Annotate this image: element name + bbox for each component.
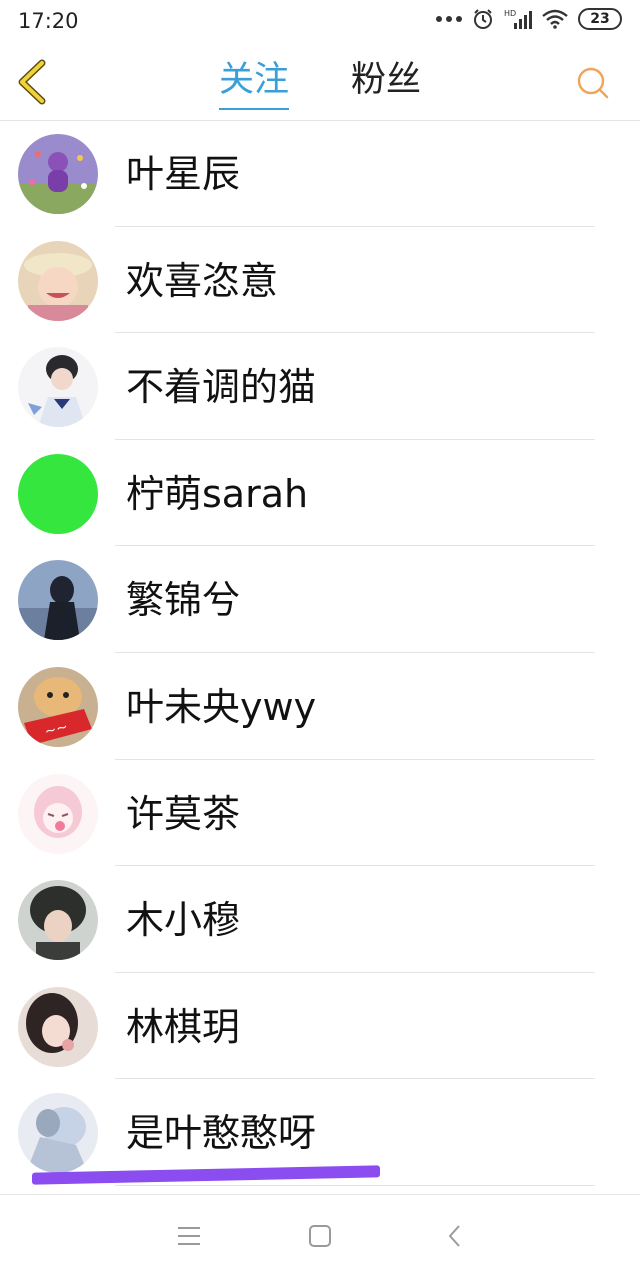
avatar: ~~ <box>18 666 98 747</box>
contact-name: 许莫茶 <box>126 791 241 836</box>
contact-name: 欢喜恣意 <box>126 258 279 303</box>
avatar <box>18 347 98 428</box>
avatar <box>18 134 98 214</box>
contact-name: 叶未央ywy <box>126 684 317 729</box>
menu-icon[interactable] <box>174 1221 204 1251</box>
contact-name: 林棋玥 <box>126 1004 241 1049</box>
list-item[interactable]: 许莫茶 <box>0 760 640 867</box>
contact-name: 木小穆 <box>126 898 241 943</box>
status-bar: 17:20 HD 23 <box>0 0 640 44</box>
status-icons: HD 23 <box>436 8 622 30</box>
list-item[interactable]: 不着调的猫 <box>0 333 640 440</box>
alarm-icon <box>474 9 492 29</box>
system-nav-bar <box>0 1194 640 1281</box>
divider <box>115 1184 595 1186</box>
header-bar: 关注 粉丝 <box>0 44 640 121</box>
wifi-icon <box>542 9 568 29</box>
contact-name: 叶星辰 <box>126 152 241 196</box>
avatar <box>18 880 98 961</box>
list-item[interactable]: ~~ 叶未央ywy <box>0 653 640 760</box>
back-triangle-icon[interactable] <box>440 1221 470 1251</box>
avatar <box>18 1093 98 1174</box>
avatar <box>18 560 98 641</box>
avatar <box>18 453 98 534</box>
avatar <box>18 773 98 854</box>
contact-name: 是叶憨憨呀 <box>126 1111 317 1156</box>
signal-icon: HD <box>504 9 532 29</box>
contact-name: 柠萌sarah <box>126 471 309 516</box>
list-item[interactable]: 林棋玥 <box>0 973 640 1080</box>
home-square-icon[interactable] <box>305 1221 335 1251</box>
more-dots-icon <box>436 16 462 22</box>
list-item[interactable]: 柠萌sarah <box>0 440 640 547</box>
contact-list: 叶星辰 欢喜恣意 不着调的猫 柠萌sarah 繁锦兮 ~~ 叶未央ywy 许莫茶… <box>0 120 640 1186</box>
list-item[interactable]: 叶星辰 <box>0 120 640 227</box>
battery-indicator: 23 <box>578 8 622 30</box>
svg-text:HD: HD <box>504 9 516 18</box>
avatar <box>18 986 98 1067</box>
status-time: 17:20 <box>18 9 79 33</box>
tab-fans[interactable]: 粉丝 <box>351 58 421 102</box>
contact-name: 繁锦兮 <box>126 578 241 623</box>
avatar <box>18 240 98 321</box>
list-item[interactable]: 欢喜恣意 <box>0 227 640 334</box>
tab-bar: 关注 粉丝 <box>0 58 640 110</box>
list-item[interactable]: 木小穆 <box>0 866 640 973</box>
list-item[interactable]: 繁锦兮 <box>0 546 640 653</box>
tab-following[interactable]: 关注 <box>218 58 290 110</box>
search-icon[interactable] <box>576 66 610 100</box>
contact-name: 不着调的猫 <box>126 365 317 410</box>
